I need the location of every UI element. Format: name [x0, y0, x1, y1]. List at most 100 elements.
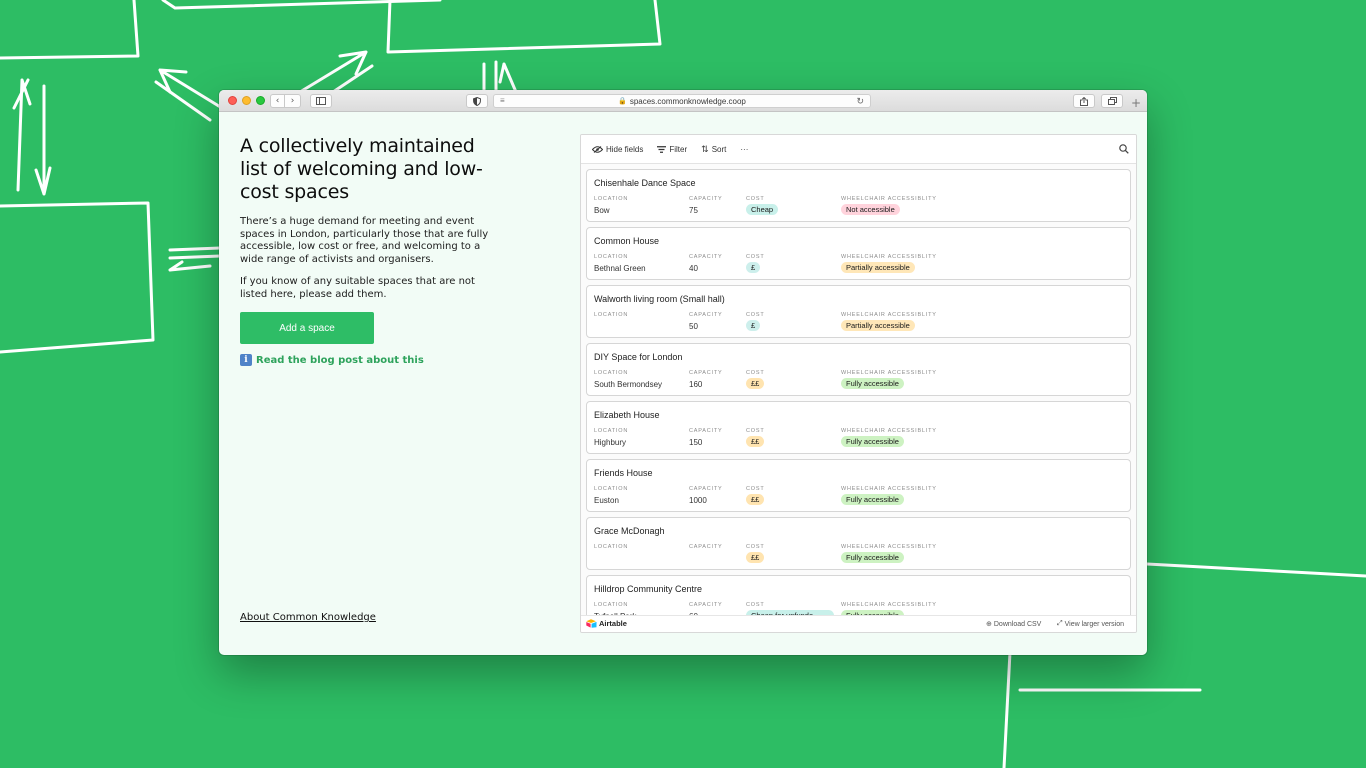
record-card[interactable]: Grace McDonagh LOCATION CAPACITY COST WHEELC…	[586, 517, 1131, 570]
cost-badge: ££	[746, 552, 765, 563]
capacity-value: 160	[689, 380, 703, 389]
filter-icon	[657, 145, 667, 153]
airtable-embed: Hide fields Filter ⇅ Sort ··· Chisenhale…	[580, 134, 1137, 633]
tabs-icon	[1107, 97, 1117, 105]
new-tab-icon[interactable]: +	[1131, 96, 1141, 110]
accessibility-badge: Partially accessible	[841, 320, 915, 331]
accessibility-badge: Fully accessible	[841, 378, 904, 389]
cost-label: COST	[746, 370, 765, 376]
wheelchair-label: WHEELCHAIR ACCESSIBLITY	[841, 196, 937, 202]
wheelchair-label: WHEELCHAIR ACCESSIBLITY	[841, 544, 937, 550]
location-value: Bow	[594, 206, 610, 215]
record-name: Walworth living room (Small hall)	[594, 294, 725, 304]
wheelchair-label: WHEELCHAIR ACCESSIBLITY	[841, 254, 937, 260]
filter-label: Filter	[669, 144, 688, 154]
chevron-right-icon: ›	[290, 95, 295, 106]
embed-toolbar: Hide fields Filter ⇅ Sort ···	[581, 135, 1136, 164]
download-icon: ⊕	[986, 621, 992, 628]
cost-label: COST	[746, 254, 765, 260]
record-name: Elizabeth House	[594, 410, 660, 420]
sort-label: Sort	[711, 144, 727, 154]
capacity-value: 1000	[689, 496, 707, 505]
browser-window: ‹ › ≡ 🔒 spaces.commonknowledge.coop ↻ + …	[219, 90, 1147, 655]
page-content: A collectively maintained list of welcom…	[219, 113, 1147, 655]
capacity-value: 40	[689, 264, 698, 273]
record-name: Hilldrop Community Centre	[594, 584, 703, 594]
forward-button[interactable]: ›	[285, 94, 301, 108]
chevron-left-icon: ‹	[275, 95, 280, 106]
hide-fields-label: Hide fields	[606, 144, 644, 154]
tab-overview-button[interactable]	[1101, 94, 1123, 108]
cost-label: COST	[746, 486, 765, 492]
capacity-label: CAPACITY	[689, 370, 723, 376]
share-button[interactable]	[1073, 94, 1095, 108]
records-list[interactable]: Chisenhale Dance Space LOCATION CAPACITY CO…	[581, 165, 1136, 617]
location-value: Euston	[594, 496, 619, 505]
location-label: LOCATION	[594, 254, 629, 260]
search-icon[interactable]	[1119, 144, 1129, 154]
reader-icon[interactable]: ≡	[500, 96, 505, 105]
add-prompt-text: If you know of any suitable spaces that …	[240, 276, 475, 300]
record-name: DIY Space for London	[594, 352, 683, 362]
capacity-value: 50	[689, 322, 698, 331]
browser-titlebar: ‹ › ≡ 🔒 spaces.commonknowledge.coop ↻ +	[219, 90, 1147, 112]
sidebar-toggle-button[interactable]	[310, 94, 332, 108]
minimize-window-button[interactable]	[242, 96, 251, 105]
close-window-button[interactable]	[228, 96, 237, 105]
record-card[interactable]: Elizabeth House LOCATION CAPACITY COST WHEEL…	[586, 401, 1131, 454]
wheelchair-label: WHEELCHAIR ACCESSIBLITY	[841, 602, 937, 608]
accessibility-badge: Fully accessible	[841, 494, 904, 505]
back-button[interactable]: ‹	[270, 94, 285, 108]
view-larger-link[interactable]: ⤢ View larger version	[1057, 620, 1124, 628]
wheelchair-label: WHEELCHAIR ACCESSIBLITY	[841, 370, 937, 376]
intro-text: There’s a huge demand for meeting and ev…	[240, 216, 489, 265]
blog-post-link[interactable]: i Read the blog post about this	[240, 354, 502, 366]
cost-badge: ££	[746, 378, 765, 389]
reload-icon[interactable]: ↻	[856, 96, 864, 107]
more-icon: ···	[740, 144, 749, 154]
hide-fields-button[interactable]: Hide fields	[592, 145, 643, 154]
cost-label: COST	[746, 196, 765, 202]
download-csv-link[interactable]: ⊕ Download CSV	[986, 620, 1042, 629]
view-larger-label: View larger version	[1064, 620, 1125, 628]
record-card[interactable]: Friends House LOCATION CAPACITY COST WHEELCH…	[586, 459, 1131, 512]
about-common-knowledge-link[interactable]: About Common Knowledge	[240, 612, 376, 623]
wheelchair-label: WHEELCHAIR ACCESSIBLITY	[841, 428, 937, 434]
address-bar[interactable]: ≡ 🔒 spaces.commonknowledge.coop ↻	[493, 94, 871, 108]
capacity-label: CAPACITY	[689, 254, 723, 260]
lock-icon: 🔒	[618, 98, 627, 105]
record-card[interactable]: Common House LOCATION CAPACITY COST WHEELCHA…	[586, 227, 1131, 280]
location-label: LOCATION	[594, 196, 629, 202]
record-card[interactable]: DIY Space for London LOCATION CAPACITY COST…	[586, 343, 1131, 396]
page-title: A collectively maintained list of welcom…	[240, 135, 483, 203]
cost-label: COST	[746, 544, 765, 550]
sidebar-icon	[316, 97, 326, 105]
hide-eye-icon	[592, 145, 603, 153]
embed-footer: Airtable ⊕ Download CSV ⤢ View larger ve…	[581, 615, 1136, 632]
sort-button[interactable]: ⇅ Sort	[701, 144, 726, 155]
share-icon	[1080, 96, 1088, 106]
url-text: spaces.commonknowledge.coop	[629, 96, 746, 106]
filter-button[interactable]: Filter	[657, 145, 687, 154]
add-space-button[interactable]: Add a space	[240, 312, 374, 344]
capacity-label: CAPACITY	[689, 312, 723, 318]
privacy-report-button[interactable]	[466, 94, 488, 108]
sort-icon: ⇅	[701, 143, 709, 154]
airtable-brand-link[interactable]: Airtable	[586, 619, 627, 628]
wheelchair-label: WHEELCHAIR ACCESSIBLITY	[841, 486, 937, 492]
record-name: Common House	[594, 236, 660, 246]
record-card[interactable]: Hilldrop Community Centre LOCATION CAPACIT…	[586, 575, 1131, 617]
download-csv-label: Download CSV	[993, 620, 1042, 628]
accessibility-badge: Fully accessible	[841, 436, 904, 447]
airtable-logo-icon	[586, 619, 597, 628]
record-card[interactable]: Walworth living room (Small hall) LOCATIO…	[586, 285, 1131, 338]
record-name: Chisenhale Dance Space	[594, 178, 696, 188]
maximize-window-button[interactable]	[256, 96, 265, 105]
shield-icon	[473, 96, 481, 106]
location-value: Bethnal Green	[594, 264, 646, 273]
cost-label: COST	[746, 428, 765, 434]
more-options-button[interactable]: ···	[740, 145, 748, 154]
record-card[interactable]: Chisenhale Dance Space LOCATION CAPACITY CO…	[586, 169, 1131, 222]
location-value: South Bermondsey	[594, 380, 663, 389]
cost-badge: ££	[746, 494, 765, 505]
